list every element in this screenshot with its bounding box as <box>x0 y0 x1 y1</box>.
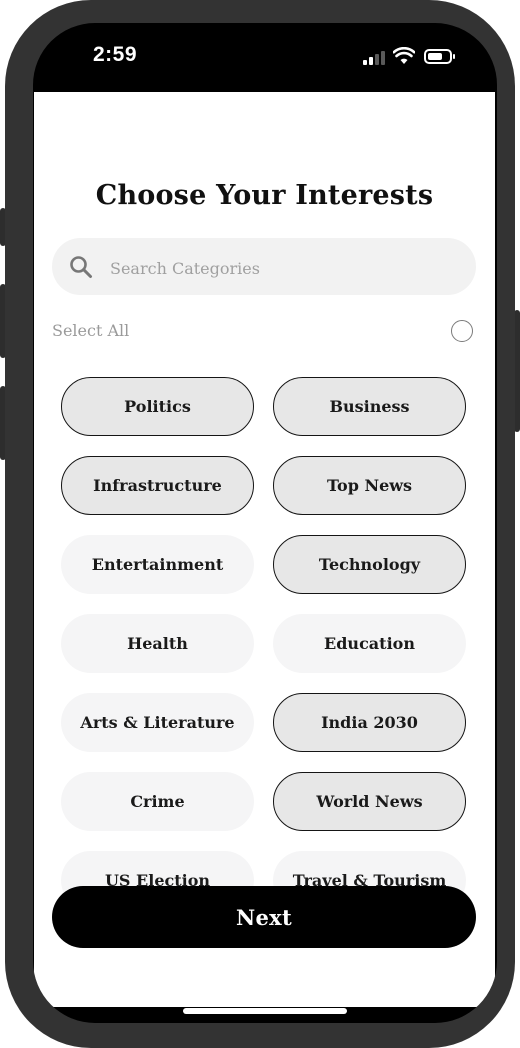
category-chip[interactable]: Infrastructure <box>61 456 254 515</box>
category-chip[interactable]: Top News <box>273 456 466 515</box>
app-screen: Choose Your Interests Select All Politic… <box>34 92 495 1007</box>
category-chip[interactable]: Arts & Literature <box>61 693 254 752</box>
category-chip[interactable]: Crime <box>61 772 254 831</box>
category-chip[interactable]: India 2030 <box>273 693 466 752</box>
wifi-icon <box>393 47 415 64</box>
category-chip[interactable]: World News <box>273 772 466 831</box>
next-button[interactable]: Next <box>52 886 476 948</box>
category-chip[interactable]: Business <box>273 377 466 436</box>
notch <box>170 23 362 64</box>
category-chip[interactable]: Entertainment <box>61 535 254 594</box>
category-grid: Politics Business Infrastructure Top New… <box>34 92 495 1007</box>
phone-frame: 2:59 Choose Your Interests Select All <box>5 0 515 1048</box>
category-chip[interactable]: Technology <box>273 535 466 594</box>
battery-icon <box>424 49 452 64</box>
cellular-signal-icon <box>363 51 385 65</box>
category-chip[interactable]: Politics <box>61 377 254 436</box>
category-chip[interactable]: Health <box>61 614 254 673</box>
category-chip[interactable]: Education <box>273 614 466 673</box>
battery-tip <box>453 54 455 59</box>
home-indicator <box>183 1008 347 1014</box>
phone-bezel: 2:59 Choose Your Interests Select All <box>33 23 497 1023</box>
status-time: 2:59 <box>93 43 138 66</box>
